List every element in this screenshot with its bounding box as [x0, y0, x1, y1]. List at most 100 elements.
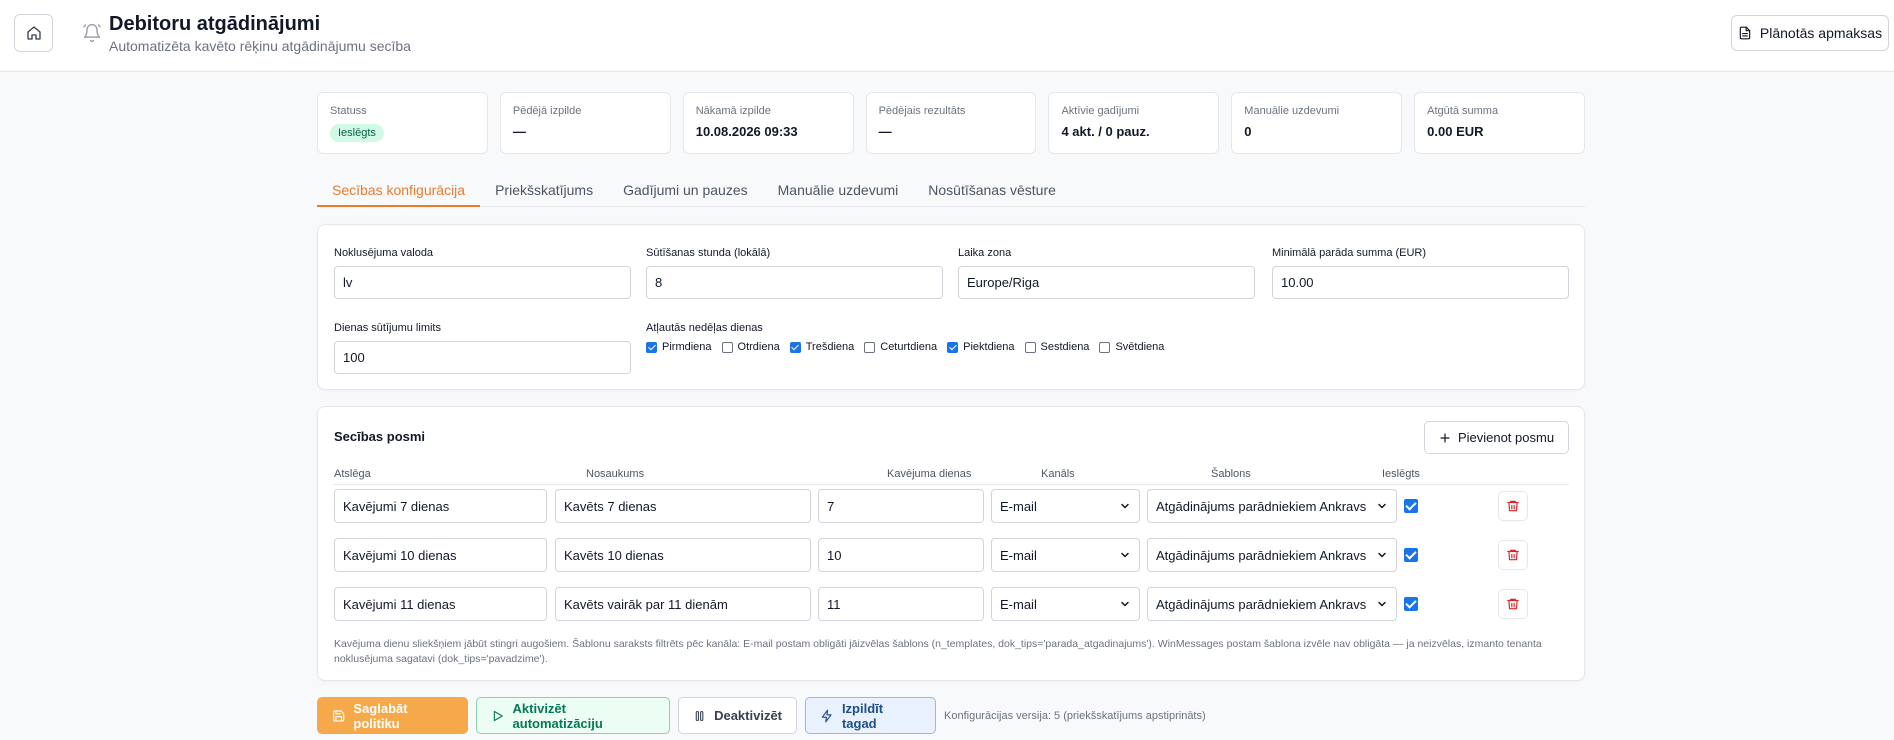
header-divider: [334, 484, 1569, 485]
selected-value: E-mail: [1000, 547, 1037, 563]
action-bar: Saglabāt politiku Aktivizēt automatizāci…: [317, 697, 1206, 734]
selected-value: E-mail: [1000, 596, 1037, 612]
step-enabled-checkbox[interactable]: [1404, 597, 1418, 611]
page-title: Debitoru atgādinājumi: [109, 13, 321, 35]
step-template-select[interactable]: Atgādinājums parādniekiem Ankravs: [1147, 538, 1397, 572]
checkbox[interactable]: [1024, 341, 1036, 353]
summary-card-active-cases: Aktīvie gadījumi 4 akt. / 0 pauz.: [1048, 92, 1220, 154]
weekday-monday[interactable]: Pirmdiena: [646, 341, 712, 353]
min-debt-input[interactable]: [1272, 266, 1569, 299]
step-days-input[interactable]: 7: [818, 489, 984, 523]
card-value: —: [878, 124, 892, 139]
column-header-enabled: Ieslēgts: [1382, 468, 1420, 480]
step-channel-select[interactable]: E-mail: [991, 489, 1140, 523]
send-hour-input[interactable]: [646, 266, 943, 299]
step-key-input[interactable]: Kavējumi 11 dienas: [334, 587, 547, 621]
step-channel-select[interactable]: E-mail: [991, 587, 1140, 621]
step-enabled-checkbox[interactable]: [1404, 548, 1418, 562]
chevron-down-icon: [1121, 552, 1129, 558]
save-label: Saglabāt politiku: [353, 700, 408, 731]
checkbox[interactable]: [721, 341, 733, 353]
step-template-select[interactable]: Atgādinājums parādniekiem Ankravs: [1147, 489, 1397, 523]
weekday-label: Svētdiena: [1115, 341, 1165, 353]
step-name-input[interactable]: Kavēts 10 dienas: [555, 538, 811, 572]
delete-step-button[interactable]: [1498, 589, 1528, 619]
tab-cases-pauses[interactable]: Gadījumi un pauzes: [608, 175, 763, 207]
status-badge: Ieslēgts: [330, 124, 384, 142]
weekday-thursday[interactable]: Ceturtdiena: [864, 341, 937, 353]
step-template-select[interactable]: Atgādinājums parādniekiem Ankravs: [1147, 587, 1397, 621]
trash-icon: [1507, 598, 1519, 610]
step-key-input[interactable]: Kavējumi 10 dienas: [334, 538, 547, 572]
timezone-input[interactable]: [958, 266, 1255, 299]
step-enabled-checkbox[interactable]: [1404, 499, 1418, 513]
step-channel-select[interactable]: E-mail: [991, 538, 1140, 572]
delete-step-button[interactable]: [1498, 491, 1528, 521]
planned-payments-button[interactable]: Plānotās apmaksas: [1731, 15, 1889, 51]
card-label: Nākamā izpilde: [695, 105, 771, 117]
weekday-friday[interactable]: Piektdiena: [947, 341, 1015, 353]
activate-button[interactable]: Aktivizēt automatizāciju: [476, 697, 670, 734]
checkbox[interactable]: [646, 341, 657, 353]
weekday-sunday[interactable]: Svētdiena: [1099, 341, 1164, 353]
column-header-name: Nosaukums: [586, 468, 645, 480]
daily-limit-label: Dienas sūtījumu limits: [334, 322, 441, 334]
lightning-icon: [821, 709, 832, 722]
checkbox[interactable]: [864, 341, 876, 353]
summary-card-next-run: Nākamā izpilde 10.08.2026 09:33: [682, 92, 854, 154]
step-name-input[interactable]: Kavēts 7 dienas: [555, 489, 811, 523]
checkbox[interactable]: [789, 341, 801, 353]
summary-card-last-run: Pēdējā izpilde —: [499, 92, 671, 154]
checkbox[interactable]: [947, 341, 959, 353]
summary-card-manual-tasks: Manuālie uzdevumi 0: [1231, 92, 1403, 154]
deactivate-button[interactable]: Deaktivizēt: [678, 697, 797, 734]
step-days-input[interactable]: 11: [818, 587, 984, 621]
weekday-saturday[interactable]: Sestdiena: [1024, 341, 1090, 353]
activate-label: Aktivizēt automatizāciju: [512, 700, 603, 731]
document-icon: [1739, 26, 1751, 40]
add-step-button[interactable]: Pievienot posmu: [1424, 421, 1569, 454]
tab-sequence-config[interactable]: Secības konfigurācija: [317, 175, 481, 207]
card-value: —: [512, 124, 526, 139]
default-language-input[interactable]: [334, 266, 631, 299]
tab-preview[interactable]: Priekšskatījums: [480, 175, 608, 207]
card-value: 0: [1244, 124, 1252, 139]
weekday-label: Otrdiena: [737, 341, 780, 353]
step-days-input[interactable]: 10: [818, 538, 984, 572]
chevron-down-icon: [1121, 503, 1129, 509]
daily-limit-input[interactable]: [334, 341, 631, 374]
top-bar: Debitoru atgādinājumi Automatizēta kavēt…: [0, 0, 1894, 72]
card-label: Pēdējā izpilde: [512, 105, 582, 117]
run-now-label: Izpildīt tagad: [841, 700, 884, 731]
weekday-label: Sestdiena: [1040, 341, 1090, 353]
tab-send-history[interactable]: Nosūtīšanas vēsture: [913, 175, 1071, 207]
timezone-label: Laika zona: [958, 247, 1012, 259]
weekday-label: Pirmdiena: [662, 341, 712, 353]
column-header-key: Atslēga: [334, 468, 371, 480]
selected-value: Atgādinājums parādniekiem Ankravs: [1156, 498, 1367, 514]
save-policy-button[interactable]: Saglabāt politiku: [317, 697, 468, 734]
card-value: 0.00 EUR: [1427, 124, 1484, 139]
card-label: Atgūtā summa: [1427, 105, 1499, 117]
steps-title: Secības posmi: [334, 429, 426, 444]
bell-icon: [83, 23, 101, 43]
weekday-tuesday[interactable]: Otrdiena: [721, 341, 780, 353]
checkbox[interactable]: [1099, 341, 1111, 353]
tab-manual-tasks[interactable]: Manuālie uzdevumi: [763, 175, 914, 207]
delete-step-button[interactable]: [1498, 540, 1528, 570]
card-value: 4 akt. / 0 pauz.: [1061, 124, 1150, 139]
home-button[interactable]: [14, 14, 53, 52]
card-label: Manuālie uzdevumi: [1244, 105, 1340, 117]
send-hour-label: Sūtīšanas stunda (lokālā): [646, 247, 771, 259]
step-key-input[interactable]: Kavējumi 7 dienas: [334, 489, 547, 523]
selected-value: Atgādinājums parādniekiem Ankravs: [1156, 596, 1367, 612]
weekday-wednesday[interactable]: Trešdiena: [789, 341, 855, 353]
weekday-checkboxes: Pirmdiena Otrdiena Trešdiena Ceturtdiena…: [646, 341, 1164, 353]
step-name-input[interactable]: Kavēts vairāk par 11 dienām: [555, 587, 811, 621]
plus-icon: [1440, 432, 1450, 443]
run-now-button[interactable]: Izpildīt tagad: [805, 697, 936, 734]
steps-panel: Secības posmi Pievienot posmu Atslēga No…: [317, 406, 1585, 681]
weekday-label: Trešdiena: [805, 341, 855, 353]
summary-cards: Statuss Ieslēgts Pēdējā izpilde — Nākamā…: [317, 92, 1586, 154]
chevron-down-icon: [1378, 552, 1386, 558]
